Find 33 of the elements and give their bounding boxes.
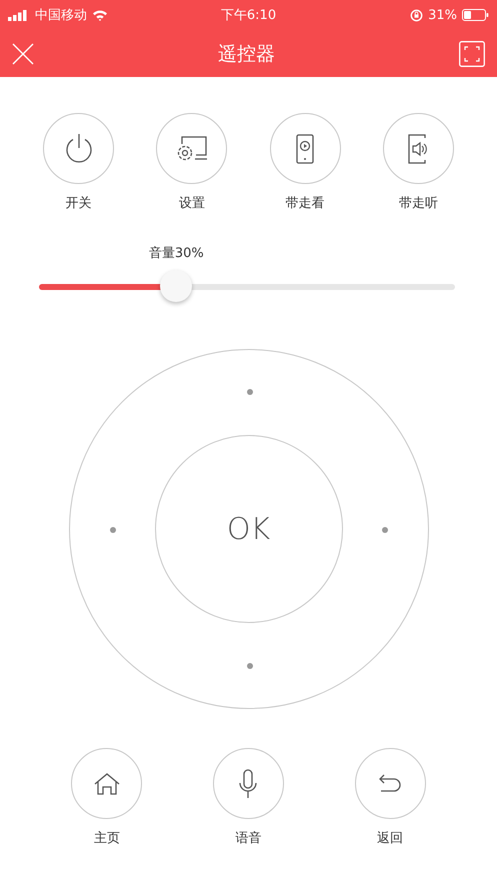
button-label: 设置 <box>178 195 205 212</box>
slider-thumb[interactable] <box>160 270 192 302</box>
right-dot[interactable] <box>382 527 388 533</box>
button-label: 开关 <box>66 195 92 212</box>
down-dot[interactable] <box>246 663 252 669</box>
phone-play-icon <box>296 134 314 164</box>
battery-percent: 31% <box>428 8 457 22</box>
microphone-icon <box>239 768 258 798</box>
wifi-icon <box>92 9 108 21</box>
close-button[interactable] <box>10 40 36 66</box>
direction-pad[interactable]: OK <box>68 349 428 709</box>
fullscreen-icon <box>459 40 485 66</box>
button-label: 带走看 <box>286 195 325 212</box>
button-label: 语音 <box>235 830 262 847</box>
volume-slider[interactable] <box>39 270 455 304</box>
home-icon <box>94 772 120 794</box>
button-label: 主页 <box>94 830 120 847</box>
phone-speaker-icon <box>408 134 428 164</box>
clock-time: 下午6:10 <box>220 7 276 24</box>
button-label: 带走听 <box>398 195 438 212</box>
left-dot[interactable] <box>110 527 116 533</box>
carrier-name: 中国移动 <box>35 7 87 24</box>
button-label: 返回 <box>377 830 404 847</box>
back-arrow-icon <box>378 774 402 794</box>
window-title: 遥控器 <box>218 42 275 66</box>
battery-icon <box>462 9 489 21</box>
close-icon <box>12 42 34 64</box>
settings-icon <box>176 134 208 162</box>
fullscreen-button[interactable] <box>457 38 487 68</box>
up-dot[interactable] <box>246 389 252 395</box>
ok-button[interactable]: OK <box>154 435 342 623</box>
rotation-lock-icon <box>410 8 424 22</box>
volume-label: 音量30% <box>148 245 204 262</box>
